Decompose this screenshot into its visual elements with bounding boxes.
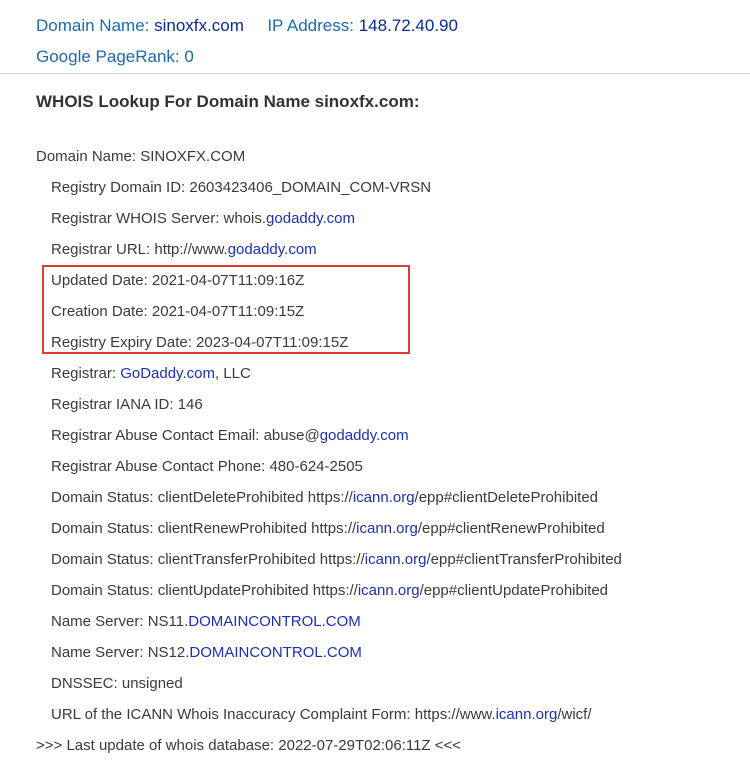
whois-registrar-url: Registrar URL: http://www.godaddy.com bbox=[36, 234, 622, 265]
status-prefix: Domain Status: clientRenewProhibited htt… bbox=[51, 520, 357, 537]
abuse-email-link[interactable]: godaddy.com bbox=[320, 427, 409, 444]
whois-status-line: Domain Status: clientUpdateProhibited ht… bbox=[36, 575, 622, 606]
whois-abuse-email: Registrar Abuse Contact Email: abuse@god… bbox=[36, 420, 622, 451]
status-link[interactable]: icann.org bbox=[353, 489, 415, 506]
whois-icann-form: URL of the ICANN Whois Inaccuracy Compla… bbox=[36, 699, 622, 730]
icann-form-prefix: URL of the ICANN Whois Inaccuracy Compla… bbox=[51, 706, 496, 723]
ns-prefix: Name Server: NS12. bbox=[51, 644, 190, 661]
registrar-url-link[interactable]: godaddy.com bbox=[228, 241, 317, 258]
pagerank-line: Google PageRank: 0 bbox=[36, 41, 458, 72]
registrar-suffix: , LLC bbox=[214, 365, 251, 382]
status-suffix: /epp#clientRenewProhibited bbox=[417, 520, 605, 537]
ns-link[interactable]: DOMAINCONTROL.COM bbox=[189, 644, 362, 661]
domain-summary: Domain Name: sinoxfx.com IP Address: 148… bbox=[36, 10, 458, 72]
icann-form-suffix: /wicf/ bbox=[557, 706, 592, 723]
ns-link[interactable]: DOMAINCONTROL.COM bbox=[188, 613, 361, 630]
pagerank-value: 0 bbox=[184, 47, 194, 66]
domain-label: Domain Name: bbox=[36, 16, 150, 35]
registrar-whois-prefix: Registrar WHOIS Server: whois. bbox=[51, 210, 267, 227]
status-suffix: /epp#clientTransferProhibited bbox=[426, 551, 622, 568]
whois-registry-domain-id: Registry Domain ID: 2603423406_DOMAIN_CO… bbox=[51, 179, 432, 196]
status-link[interactable]: icann.org bbox=[365, 551, 427, 568]
whois-abuse-phone: Registrar Abuse Contact Phone: 480-624-2… bbox=[51, 458, 363, 475]
whois-registrar-whois-server: Registrar WHOIS Server: whois.godaddy.co… bbox=[36, 203, 622, 234]
ns-prefix: Name Server: NS11. bbox=[51, 613, 189, 630]
registrar-prefix: Registrar: bbox=[51, 365, 121, 382]
status-suffix: /epp#clientUpdateProhibited bbox=[419, 582, 609, 599]
status-prefix: Domain Status: clientTransferProhibited … bbox=[51, 551, 365, 568]
divider bbox=[0, 73, 750, 74]
ip-label: IP Address: bbox=[267, 16, 354, 35]
whois-record: Domain Name: SINOXFX.COM Registry Domain… bbox=[36, 141, 622, 761]
registrar-whois-link[interactable]: godaddy.com bbox=[266, 210, 355, 227]
highlight-box bbox=[42, 265, 410, 354]
whois-name-server: Name Server: NS11.DOMAINCONTROL.COM bbox=[36, 606, 622, 637]
domain-ip-line: Domain Name: sinoxfx.com IP Address: 148… bbox=[36, 10, 458, 41]
whois-dnssec: DNSSEC: unsigned bbox=[51, 675, 183, 692]
ip-value[interactable]: 148.72.40.90 bbox=[359, 16, 458, 35]
registrar-link[interactable]: GoDaddy.com bbox=[120, 365, 215, 382]
registrar-url-prefix: Registrar URL: http://www. bbox=[51, 241, 228, 258]
status-prefix: Domain Status: clientUpdateProhibited ht… bbox=[51, 582, 358, 599]
status-link[interactable]: icann.org bbox=[358, 582, 420, 599]
whois-iana-id: Registrar IANA ID: 146 bbox=[51, 396, 203, 413]
whois-registrar: Registrar: GoDaddy.com, LLC bbox=[36, 358, 622, 389]
whois-domain-name: Domain Name: SINOXFX.COM bbox=[36, 148, 246, 165]
whois-name-server: Name Server: NS12.DOMAINCONTROL.COM bbox=[36, 637, 622, 668]
status-prefix: Domain Status: clientDeleteProhibited ht… bbox=[51, 489, 353, 506]
whois-status-line: Domain Status: clientTransferProhibited … bbox=[36, 544, 622, 575]
domain-value[interactable]: sinoxfx.com bbox=[154, 16, 244, 35]
whois-status-line: Domain Status: clientRenewProhibited htt… bbox=[36, 513, 622, 544]
pagerank-label: Google PageRank: bbox=[36, 47, 180, 66]
status-link[interactable]: icann.org bbox=[356, 520, 418, 537]
whois-heading: WHOIS Lookup For Domain Name sinoxfx.com… bbox=[36, 92, 420, 111]
status-suffix: /epp#clientDeleteProhibited bbox=[414, 489, 599, 506]
whois-last-update: >>> Last update of whois database: 2022-… bbox=[36, 737, 462, 754]
abuse-email-prefix: Registrar Abuse Contact Email: abuse@ bbox=[51, 427, 320, 444]
icann-form-link[interactable]: icann.org bbox=[496, 706, 558, 723]
whois-status-line: Domain Status: clientDeleteProhibited ht… bbox=[36, 482, 622, 513]
